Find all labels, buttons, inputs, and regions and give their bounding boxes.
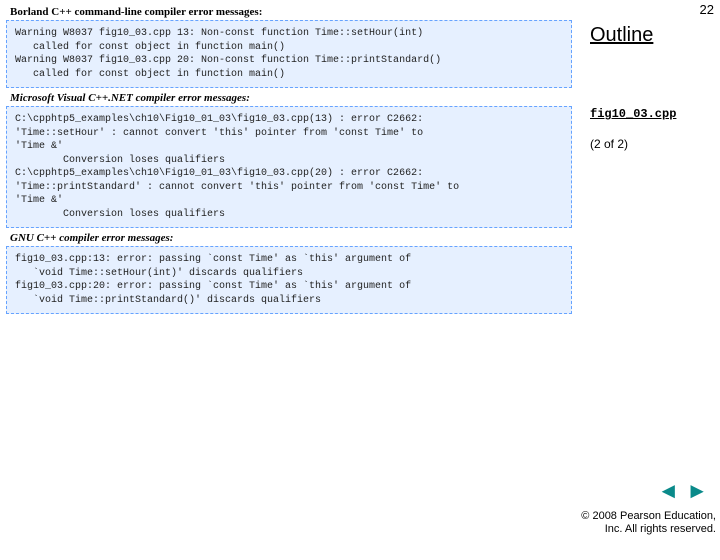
msvc-header: Microsoft Visual C++.NET compiler error … [6, 90, 572, 106]
msvc-code: C:\cpphtp5_examples\ch10\Fig10_01_03\fig… [15, 113, 565, 221]
nav-next-icon[interactable]: ► [686, 478, 708, 504]
outline-title: Outline [590, 24, 716, 47]
outline-figfile: fig10_03.cpp [590, 107, 716, 121]
borland-header: Borland C++ command-line compiler error … [6, 4, 572, 20]
msvc-code-box: C:\cpphtp5_examples\ch10\Fig10_01_03\fig… [6, 106, 572, 228]
gnu-code-box: fig10_03.cpp:13: error: passing `const T… [6, 246, 572, 314]
copyright-line2: Inc. All rights reserved. [581, 523, 716, 536]
content-column: Borland C++ command-line compiler error … [6, 4, 572, 316]
borland-code: Warning W8037 fig10_03.cpp 13: Non-const… [15, 27, 565, 81]
gnu-code: fig10_03.cpp:13: error: passing `const T… [15, 253, 565, 307]
gnu-header: GNU C++ compiler error messages: [6, 230, 572, 246]
outline-pager: (2 of 2) [590, 137, 716, 151]
nav-prev-icon[interactable]: ◄ [657, 478, 679, 504]
nav-arrows: ◄ ► [655, 478, 710, 504]
copyright-footer: © 2008 Pearson Education, Inc. All right… [581, 510, 716, 536]
copyright-line1: © 2008 Pearson Education, [581, 510, 716, 523]
borland-code-box: Warning W8037 fig10_03.cpp 13: Non-const… [6, 20, 572, 88]
outline-column: Outline fig10_03.cpp (2 of 2) [590, 0, 716, 560]
